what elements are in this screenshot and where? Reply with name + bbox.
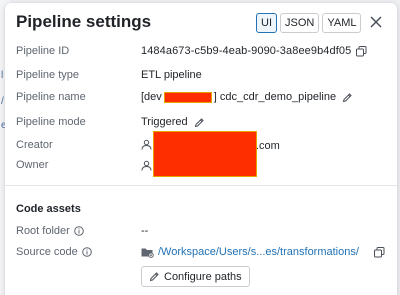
pencil-icon[interactable]	[194, 117, 205, 128]
copy-icon[interactable]	[356, 45, 367, 57]
pipeline-name-prefix: [dev	[141, 91, 162, 103]
pipeline-mode-label: Pipeline mode	[16, 116, 86, 128]
view-yaml-button[interactable]: YAML	[322, 13, 362, 33]
root-folder-value: --	[141, 225, 149, 237]
view-ui-button[interactable]: UI	[256, 13, 277, 33]
user-icon	[141, 160, 152, 171]
dialog-title: Pipeline settings	[16, 12, 152, 31]
info-icon[interactable]	[81, 247, 92, 257]
root-folder-label: Root folder	[16, 225, 84, 237]
configure-paths-button[interactable]: Configure paths	[141, 266, 250, 287]
pipeline-settings-dialog: Pipeline settings UI JSON YAML Pipeline …	[5, 3, 397, 295]
owner-value	[141, 160, 152, 171]
info-icon[interactable]	[74, 226, 84, 236]
owner-label: Owner	[16, 159, 49, 171]
pipeline-mode-text: Triggered	[141, 116, 188, 128]
background-text: /	[1, 96, 4, 107]
redacted-block	[163, 91, 212, 103]
folder-icon	[141, 247, 154, 258]
view-json-button[interactable]: JSON	[280, 13, 320, 33]
copy-icon[interactable]	[374, 247, 385, 258]
pipeline-type-value: ETL pipeline	[141, 69, 202, 81]
background-text: l	[1, 70, 4, 81]
pencil-icon[interactable]	[342, 92, 353, 103]
pipeline-name-label: Pipeline name	[16, 91, 86, 103]
root-folder-label-text: Root folder	[16, 225, 70, 237]
creator-suffix: .com	[256, 140, 280, 152]
creator-value	[141, 139, 152, 150]
view-mode-toggle: UI JSON YAML	[256, 13, 362, 33]
pencil-icon	[149, 271, 160, 282]
pipeline-name-value: [dev ] cdc_cdr_demo_pipeline	[141, 91, 353, 103]
pipeline-mode-value: Triggered	[141, 116, 205, 128]
user-icon	[141, 139, 152, 150]
source-code-link[interactable]: /Workspace/Users/s...es/transformations/	[158, 246, 359, 258]
code-assets-heading: Code assets	[16, 203, 81, 215]
source-code-value: /Workspace/Users/s...es/transformations/	[141, 246, 359, 258]
source-code-label-text: Source code	[16, 246, 78, 258]
redacted-block	[153, 131, 257, 177]
pipeline-id-label: Pipeline ID	[16, 45, 70, 57]
source-code-label: Source code	[16, 246, 92, 258]
close-icon[interactable]	[369, 15, 383, 29]
pipeline-id-text: 1484a673-c5b9-4eab-9090-3a8ee9b4df05	[141, 45, 352, 57]
configure-paths-label: Configure paths	[164, 270, 242, 283]
pipeline-id-value: 1484a673-c5b9-4eab-9090-3a8ee9b4df05	[141, 45, 367, 57]
pipeline-name-suffix: ] cdc_cdr_demo_pipeline	[213, 91, 337, 103]
creator-label: Creator	[16, 139, 53, 151]
pipeline-type-label: Pipeline type	[16, 69, 79, 81]
section-divider	[5, 185, 397, 186]
